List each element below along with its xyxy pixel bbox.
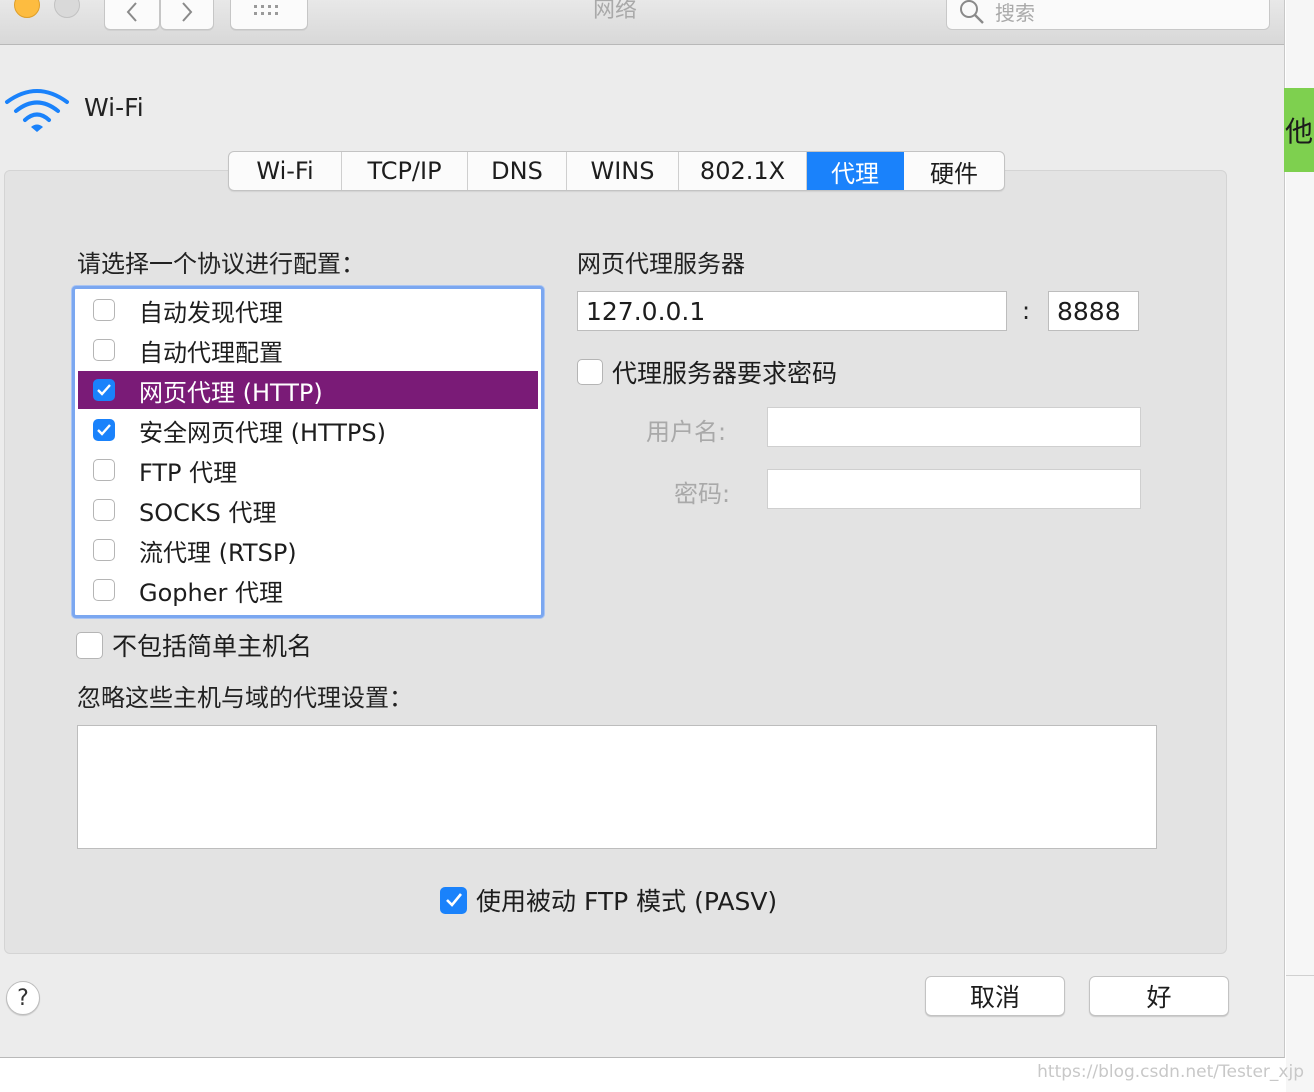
password-field[interactable] — [767, 469, 1141, 509]
tab-wins[interactable]: WINS — [567, 152, 679, 190]
checkmark-icon — [97, 424, 111, 436]
exclude-simple-hostnames-checkbox[interactable] — [76, 631, 103, 659]
protocol-label: SOCKS 代理 — [139, 498, 277, 527]
http-proxy-checkbox[interactable] — [93, 379, 115, 401]
bypass-hosts-textarea[interactable] — [77, 725, 1157, 849]
list-item[interactable]: 安全网页代理 (HTTPS) — [78, 411, 538, 449]
pasv-checkbox[interactable] — [440, 886, 467, 914]
network-window: 网络 搜索 Wi-Fi Wi-Fi TCP/IP DNS WINS 802.1X… — [0, 0, 1285, 1058]
cancel-button[interactable]: 取消 — [925, 976, 1065, 1016]
tab-tcpip[interactable]: TCP/IP — [342, 152, 468, 190]
tab-8021x[interactable]: 802.1X — [679, 152, 807, 190]
exclude-simple-hostnames-option[interactable]: 不包括简单主机名 — [76, 627, 312, 663]
show-all-button[interactable] — [230, 0, 308, 30]
tab-hardware[interactable]: 硬件 — [904, 152, 1004, 190]
protocol-label: 流代理 (RTSP) — [139, 538, 297, 567]
password-label: 密码: — [674, 480, 731, 508]
service-name: Wi-Fi — [84, 93, 144, 122]
proxy-server-heading: 网页代理服务器 — [577, 250, 745, 278]
side-tag: 他 — [1284, 88, 1314, 172]
rtsp-proxy-checkbox[interactable] — [93, 539, 115, 561]
list-item[interactable]: SOCKS 代理 — [78, 491, 538, 529]
pasv-label: 使用被动 FTP 模式 (PASV) — [476, 887, 778, 916]
gopher-proxy-checkbox[interactable] — [93, 579, 115, 601]
ok-button[interactable]: 好 — [1089, 976, 1229, 1016]
require-password-label: 代理服务器要求密码 — [612, 359, 838, 388]
protocol-label: 安全网页代理 (HTTPS) — [139, 418, 387, 447]
search-field[interactable]: 搜索 — [946, 0, 1270, 30]
minimize-button[interactable] — [14, 0, 40, 18]
list-item[interactable]: 自动代理配置 — [78, 331, 538, 369]
checkmark-icon — [445, 893, 462, 907]
username-field[interactable] — [767, 407, 1141, 447]
require-password-option[interactable]: 代理服务器要求密码 — [577, 354, 837, 390]
auto-discovery-checkbox[interactable] — [93, 299, 115, 321]
list-item[interactable]: Gopher 代理 — [78, 571, 538, 609]
forward-button[interactable] — [160, 0, 214, 30]
protocol-list[interactable]: 自动发现代理 自动代理配置 网页代理 (HTTP) 安全网页代理 (HTTPS)… — [72, 286, 544, 618]
help-button[interactable]: ? — [6, 981, 40, 1015]
title-bar: 网络 搜索 — [0, 0, 1284, 45]
checkmark-icon — [97, 384, 111, 396]
list-item[interactable]: 网页代理 (HTTP) — [78, 371, 538, 409]
tab-proxies[interactable]: 代理 — [807, 152, 904, 190]
divider — [1286, 975, 1314, 976]
protocol-label: FTP 代理 — [139, 458, 238, 487]
protocol-list-heading: 请选择一个协议进行配置： — [77, 250, 365, 278]
https-proxy-checkbox[interactable] — [93, 419, 115, 441]
zoom-button[interactable] — [54, 0, 80, 18]
chevron-right-icon — [180, 1, 194, 23]
window-title: 网络 — [592, 0, 637, 23]
exclude-simple-hostnames-label: 不包括简单主机名 — [112, 632, 313, 661]
list-item[interactable]: 自动发现代理 — [78, 291, 538, 329]
list-item[interactable]: 流代理 (RTSP) — [78, 531, 538, 569]
require-password-checkbox[interactable] — [577, 359, 603, 385]
protocol-label: 网页代理 (HTTP) — [139, 378, 323, 407]
proxy-host-input[interactable]: 127.0.0.1 — [577, 291, 1007, 331]
grid-icon — [254, 5, 284, 19]
protocol-label: Gopher 代理 — [139, 578, 283, 607]
socks-proxy-checkbox[interactable] — [93, 499, 115, 521]
list-item[interactable]: FTP 代理 — [78, 451, 538, 489]
username-label: 用户名: — [646, 418, 727, 446]
tab-wifi[interactable]: Wi-Fi — [229, 152, 342, 190]
protocol-label: 自动发现代理 — [139, 298, 283, 327]
watermark: https://blog.csdn.net/Tester_xjp — [1037, 1062, 1304, 1082]
tab-dns[interactable]: DNS — [468, 152, 567, 190]
auto-config-checkbox[interactable] — [93, 339, 115, 361]
bypass-label: 忽略这些主机与域的代理设置： — [77, 684, 413, 712]
ftp-proxy-checkbox[interactable] — [93, 459, 115, 481]
protocol-label: 自动代理配置 — [139, 338, 283, 367]
search-placeholder: 搜索 — [995, 1, 1035, 25]
proxy-port-input[interactable]: 8888 — [1048, 291, 1139, 331]
tab-bar: Wi-Fi TCP/IP DNS WINS 802.1X 代理 硬件 — [228, 151, 1005, 191]
wifi-icon — [4, 86, 70, 138]
port-separator: : — [1022, 297, 1031, 325]
chevron-left-icon — [125, 1, 139, 23]
pasv-option[interactable]: 使用被动 FTP 模式 (PASV) — [440, 882, 777, 918]
back-button[interactable] — [104, 0, 160, 30]
